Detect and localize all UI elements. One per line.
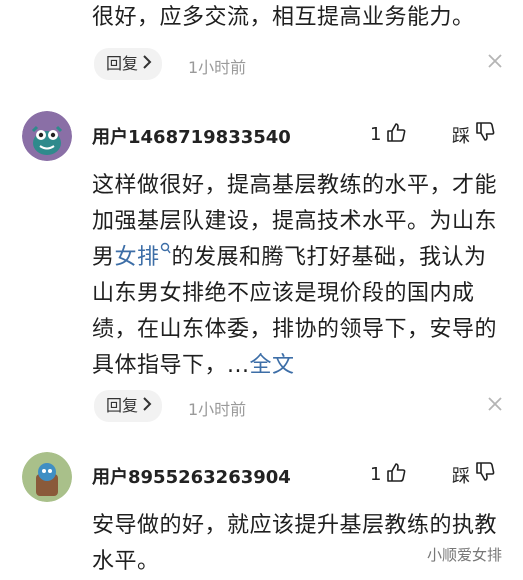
chevron-right-icon — [142, 390, 152, 422]
close-icon[interactable] — [487, 53, 503, 74]
close-icon[interactable] — [487, 396, 503, 417]
chevron-right-icon — [142, 48, 152, 80]
like-button[interactable]: 1 — [370, 121, 407, 148]
thumbs-up-icon — [385, 461, 407, 488]
like-count: 1 — [370, 464, 382, 485]
reply-label: 回复 — [106, 54, 139, 73]
expand-full-text-link[interactable]: 全文 — [249, 353, 294, 378]
topic-link-label: 女排 — [114, 245, 160, 270]
search-icon — [160, 242, 172, 270]
dislike-label: 踩 — [452, 465, 470, 487]
comment-1-text: 很好，应多交流，相互提高业务能力。 — [92, 5, 475, 30]
reply-button[interactable]: 回复 — [94, 390, 163, 422]
avatar[interactable] — [22, 452, 72, 502]
username[interactable]: 用户8955263263904 — [92, 463, 291, 489]
like-count: 1 — [370, 124, 382, 145]
avatar[interactable] — [22, 111, 72, 161]
dislike-label: 踩 — [452, 125, 470, 147]
dislike-button[interactable]: 踩 — [452, 121, 496, 148]
comment-2-text: 这样做很好，提高基层教练的水平，才能加强基层队建设，提高技术水平。为山东男女排的… — [92, 168, 508, 384]
reply-label: 回复 — [106, 396, 139, 415]
comment-time: 1小时前 — [188, 58, 247, 77]
username[interactable]: 用户1468719833540 — [92, 123, 291, 149]
reply-button[interactable]: 回复 — [94, 48, 163, 80]
watermark: 小顺爱女排 — [427, 546, 503, 564]
thumbs-down-icon — [474, 461, 496, 488]
comment-time: 1小时前 — [188, 400, 247, 419]
thumbs-up-icon — [385, 121, 407, 148]
topic-link[interactable]: 女排 — [114, 242, 172, 270]
like-button[interactable]: 1 — [370, 461, 407, 488]
dislike-button[interactable]: 踩 — [452, 461, 496, 488]
thumbs-down-icon — [474, 121, 496, 148]
